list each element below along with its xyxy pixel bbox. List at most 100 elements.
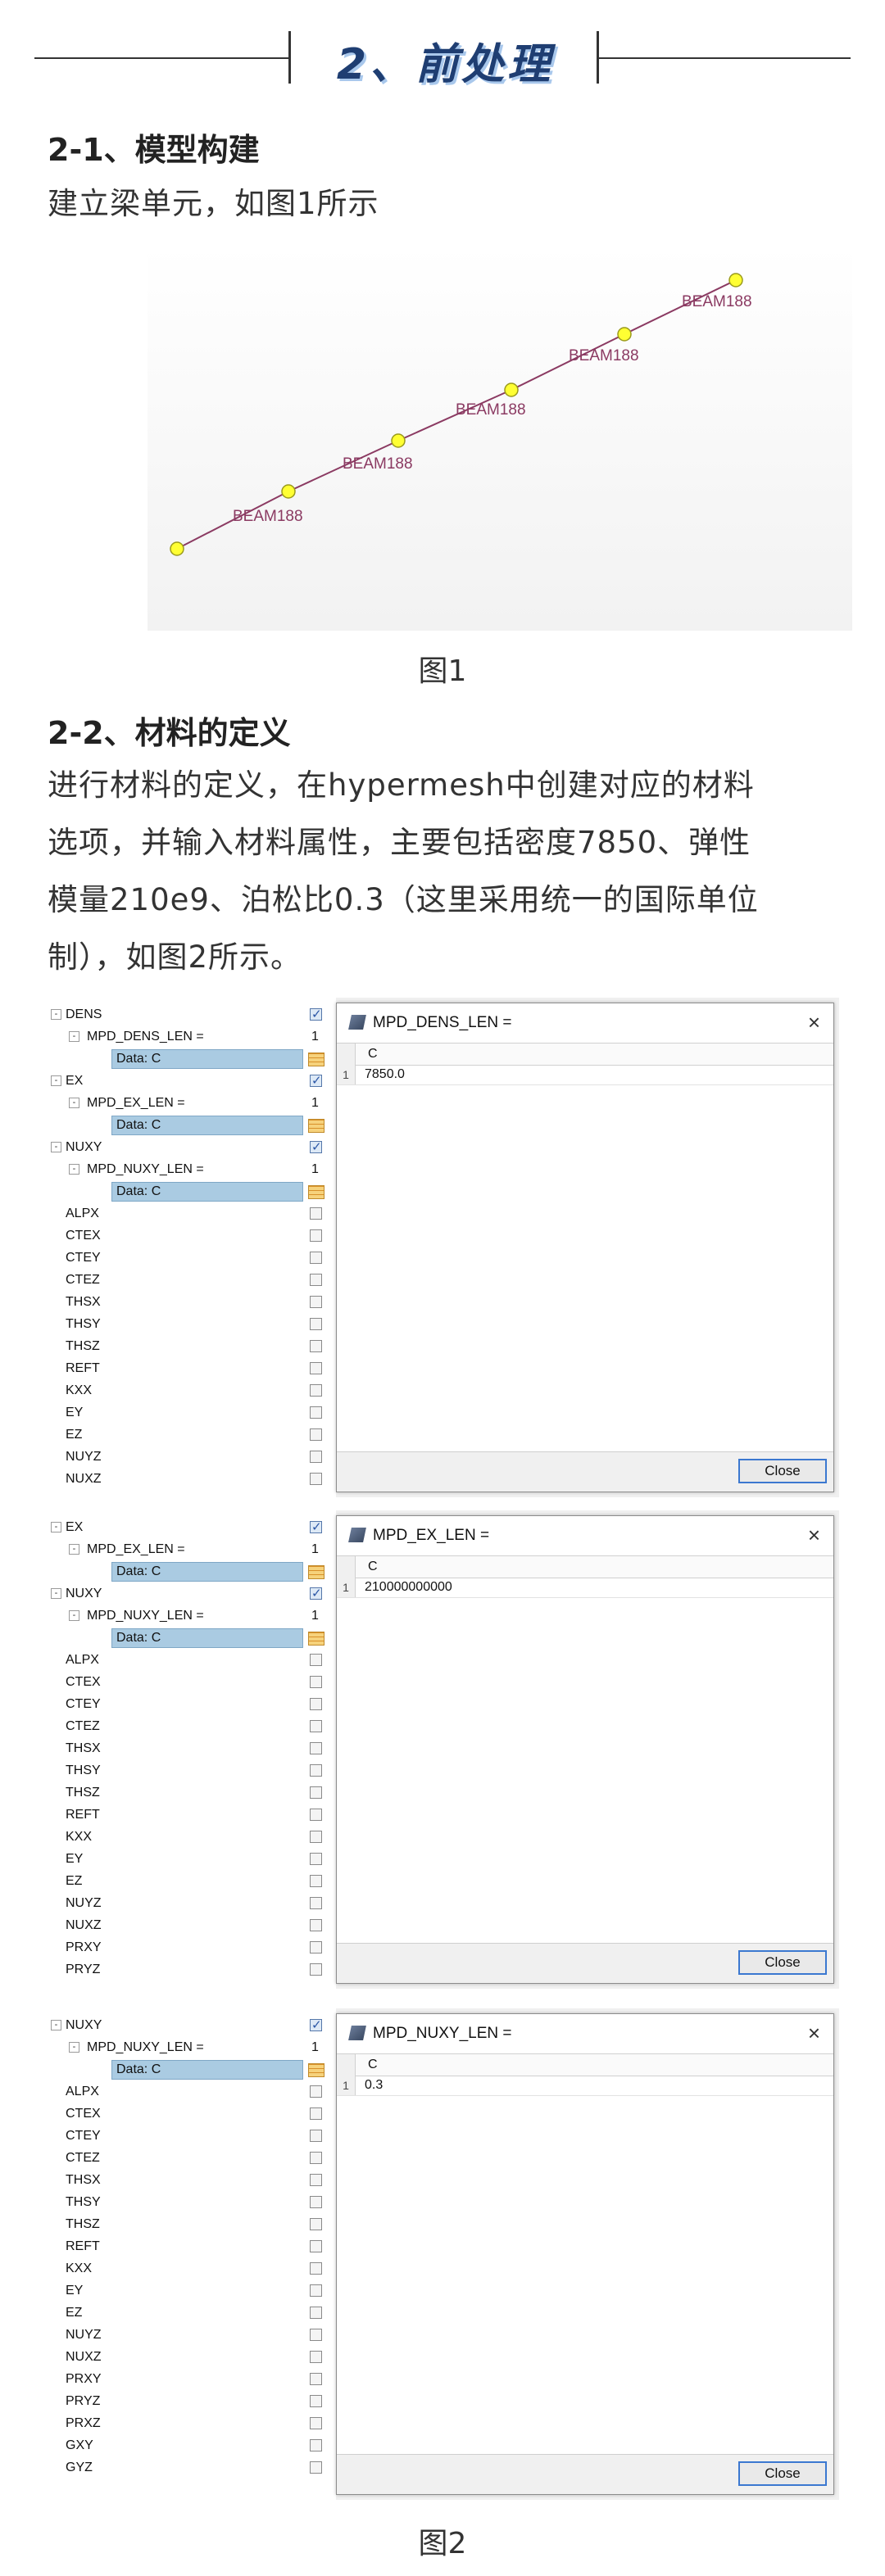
column-header-c[interactable]: C [368,2058,378,2072]
property-checkbox[interactable] [310,2329,322,2341]
table-editor-icon[interactable] [308,1053,324,1066]
column-header-c[interactable]: C [368,1047,378,1062]
collapse-icon[interactable]: - [69,1164,79,1175]
tree-row[interactable]: EY [48,2280,336,2302]
tree-row[interactable]: NUXZ [48,1915,336,1937]
tree-row[interactable]: EZ [48,2302,336,2325]
table-editor-icon[interactable] [308,1119,324,1133]
property-checkbox[interactable] [310,1073,322,1088]
tree-row[interactable]: PRYZ [48,1959,336,1981]
value-cell[interactable]: 210000000000 [365,1580,452,1595]
length-value[interactable]: 1 [311,1096,319,1111]
property-checkbox[interactable] [310,1786,322,1799]
tree-row[interactable]: - EX [48,1517,336,1539]
property-checkbox[interactable] [310,1406,322,1419]
collapse-icon[interactable]: - [69,1610,79,1621]
tree-row[interactable]: NUYZ [48,1446,336,1469]
value-cell[interactable]: 0.3 [365,2078,383,2093]
property-checkbox[interactable] [310,1831,322,1843]
tree-row[interactable]: - MPD_EX_LEN = 1 [48,1093,336,1115]
tree-row[interactable]: CTEX [48,1672,336,1694]
property-checkbox[interactable] [310,2107,322,2120]
property-checkbox[interactable] [310,1809,322,1821]
property-checkbox[interactable] [310,1963,322,1976]
property-checkbox[interactable] [310,2262,322,2275]
tree-row[interactable]: - MPD_DENS_LEN = 1 [48,1026,336,1048]
property-checkbox[interactable] [310,1742,322,1754]
property-checkbox[interactable] [310,2240,322,2252]
table-editor-icon[interactable] [308,1185,324,1199]
property-checkbox[interactable] [310,1586,322,1600]
property-checkbox[interactable] [310,2174,322,2186]
collapse-icon[interactable]: - [51,1075,61,1086]
property-checkbox[interactable] [310,1229,322,1242]
tree-row[interactable]: GXY [48,2435,336,2457]
tree-row[interactable]: PRXZ [48,2413,336,2435]
property-checkbox[interactable] [310,1296,322,1308]
tree-row[interactable]: Data: C [48,1181,336,1203]
property-checkbox[interactable] [310,1207,322,1220]
tree-row[interactable]: CTEX [48,2103,336,2126]
property-checkbox[interactable] [310,1340,322,1352]
tree-row[interactable]: - MPD_NUXY_LEN = 1 [48,1605,336,1628]
length-value[interactable]: 1 [311,2040,319,2055]
tree-row[interactable]: KXX [48,2258,336,2280]
property-checkbox[interactable] [310,1473,322,1485]
tree-row[interactable]: THSX [48,2170,336,2192]
tree-row[interactable]: REFT [48,2236,336,2258]
tree-row[interactable]: - MPD_EX_LEN = 1 [48,1539,336,1561]
property-checkbox[interactable] [310,1384,322,1397]
property-checkbox[interactable] [310,1698,322,1710]
property-checkbox[interactable] [310,1519,322,1534]
collapse-icon[interactable]: - [51,1142,61,1152]
property-checkbox[interactable] [310,1764,322,1777]
property-checkbox[interactable] [310,2373,322,2385]
tree-row[interactable]: CTEZ [48,1716,336,1738]
tree-row[interactable]: NUXZ [48,2347,336,2369]
tree-row[interactable]: EY [48,1402,336,1424]
collapse-icon[interactable]: - [51,1522,61,1532]
property-checkbox[interactable] [310,1274,322,1286]
tree-row[interactable]: THSZ [48,2214,336,2236]
length-value[interactable]: 1 [311,1542,319,1557]
tree-row[interactable]: CTEX [48,1225,336,1247]
tree-row[interactable]: NUYZ [48,2325,336,2347]
tree-row[interactable]: ALPX [48,1203,336,1225]
tree-row[interactable]: EZ [48,1424,336,1446]
property-checkbox[interactable] [310,2152,322,2164]
tree-row[interactable]: Data: C [48,1628,336,1650]
grid-row[interactable]: 1 7850.0 [337,1065,833,1085]
tree-row[interactable]: EY [48,1849,336,1871]
collapse-icon[interactable]: - [69,1031,79,1042]
property-checkbox[interactable] [310,2196,322,2208]
tree-row[interactable]: - MPD_NUXY_LEN = 1 [48,2037,336,2059]
tree-row[interactable]: PRYZ [48,2391,336,2413]
tree-row[interactable]: GYZ [48,2457,336,2479]
table-editor-icon[interactable] [308,1632,324,1646]
property-checkbox[interactable] [310,2439,322,2452]
collapse-icon[interactable]: - [51,1009,61,1020]
tree-row[interactable]: Data: C [48,2059,336,2081]
tree-row[interactable]: CTEZ [48,2148,336,2170]
length-value[interactable]: 1 [311,1609,319,1623]
property-checkbox[interactable] [310,1941,322,1954]
tree-row[interactable]: THSY [48,1314,336,1336]
close-button[interactable]: Close [738,2461,827,2486]
property-checkbox[interactable] [310,2351,322,2363]
collapse-icon[interactable]: - [69,1544,79,1555]
tree-row[interactable]: KXX [48,1380,336,1402]
tree-row[interactable]: ALPX [48,2081,336,2103]
tree-row[interactable]: - DENS [48,1004,336,1026]
tree-row[interactable]: - MPD_NUXY_LEN = 1 [48,1159,336,1181]
property-checkbox[interactable] [310,1875,322,1887]
tree-row[interactable]: CTEY [48,1247,336,1270]
length-value[interactable]: 1 [311,1030,319,1044]
tree-row[interactable]: PRXY [48,2369,336,2391]
property-checkbox[interactable] [310,2218,322,2230]
length-value[interactable]: 1 [311,1162,319,1177]
tree-row[interactable]: Data: C [48,1561,336,1583]
property-checkbox[interactable] [310,2284,322,2297]
property-checkbox[interactable] [310,2461,322,2474]
tree-row[interactable]: CTEY [48,2126,336,2148]
tree-row[interactable]: THSZ [48,1782,336,1804]
